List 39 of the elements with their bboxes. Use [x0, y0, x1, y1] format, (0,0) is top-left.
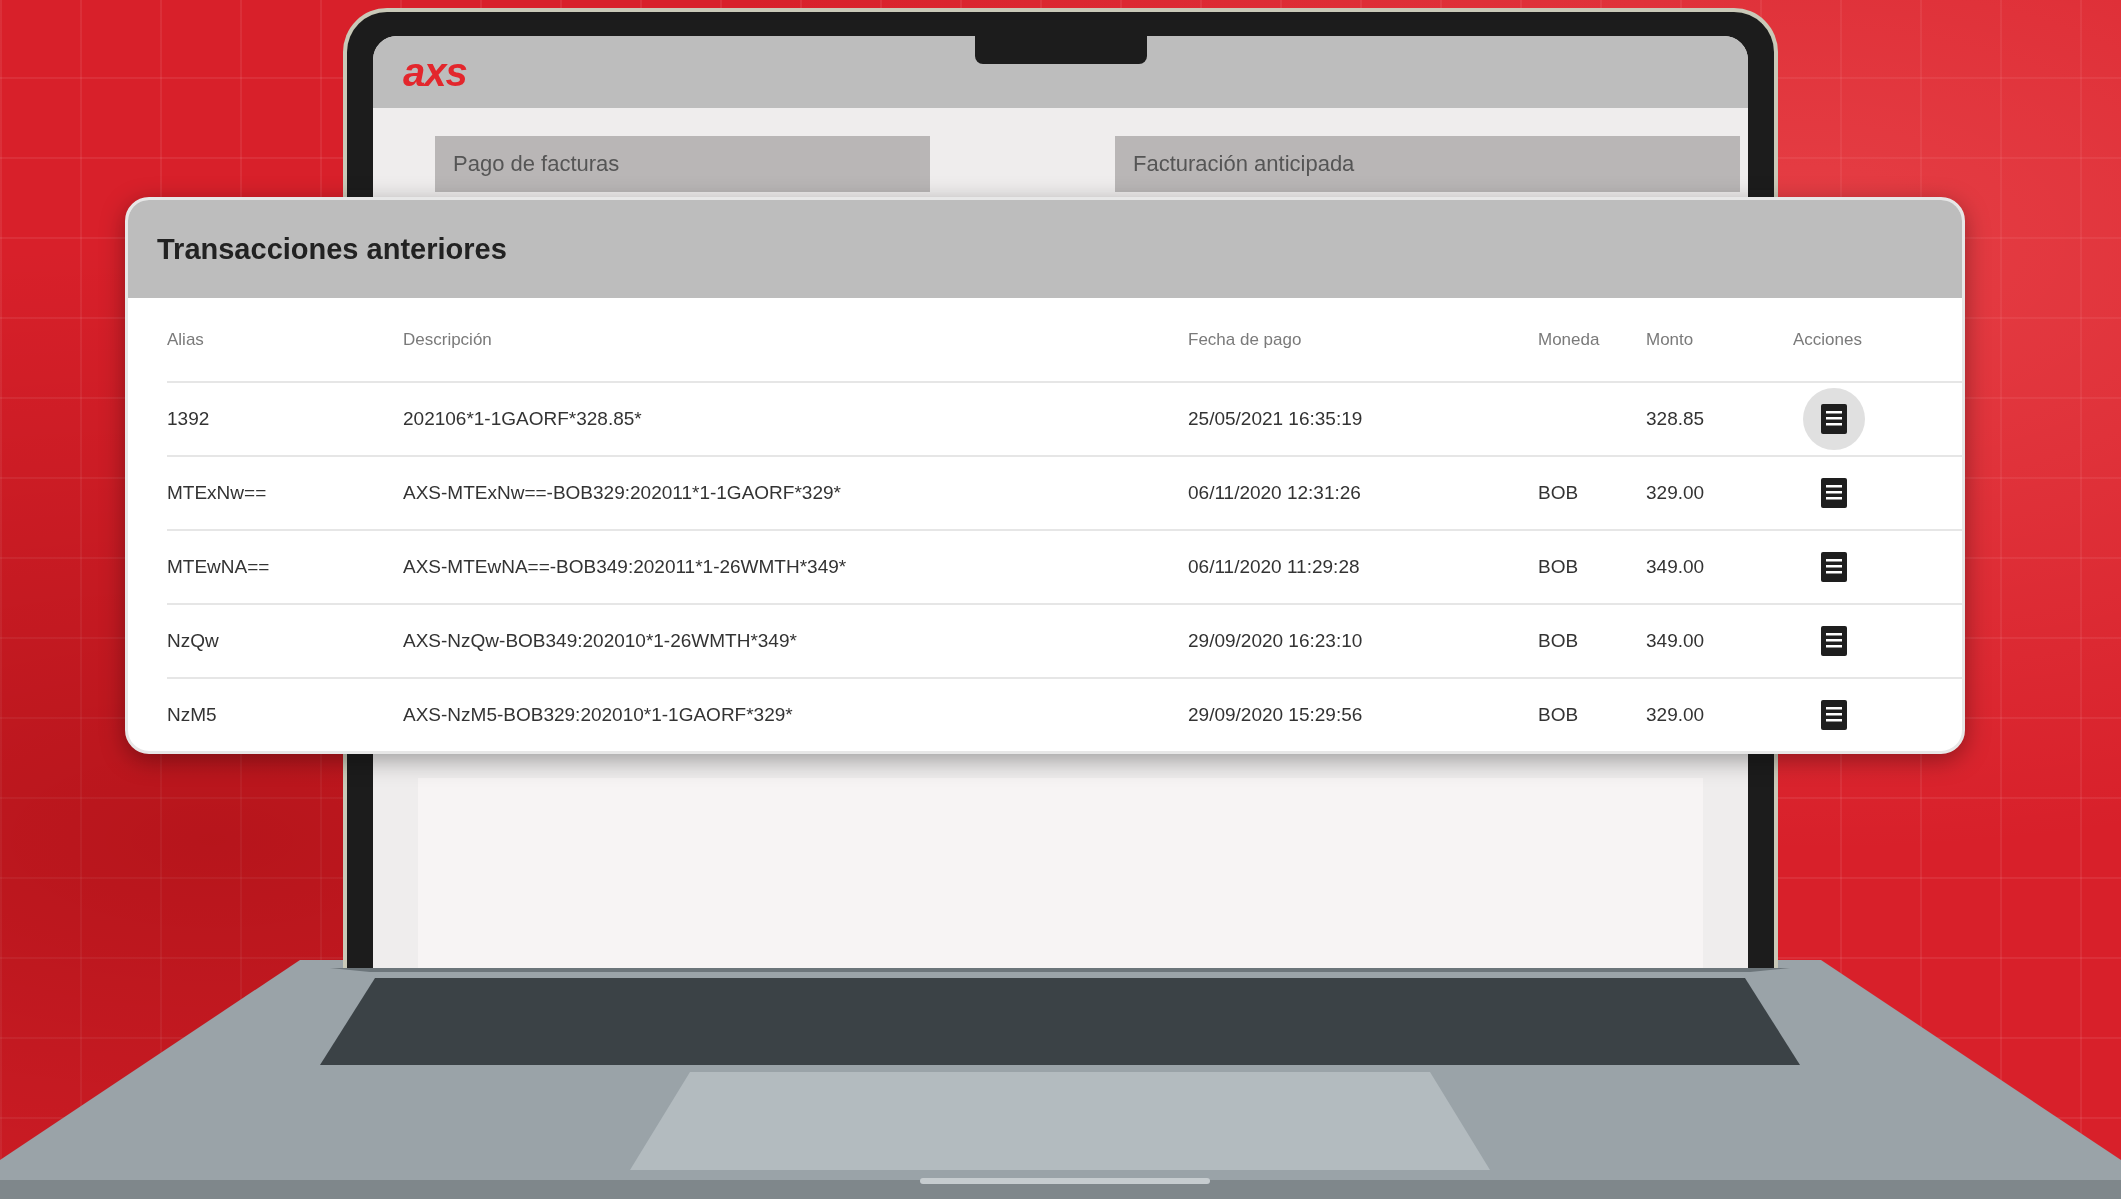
- table-cell: 349.00: [1646, 605, 1793, 679]
- column-header: Alias: [167, 298, 403, 383]
- list-document-icon: [1821, 626, 1847, 656]
- table-cell: 202106*1-1GAORF*328.85*: [403, 383, 1188, 457]
- table-cell: AXS-NzQw-BOB349:202010*1-26WMTH*349*: [403, 605, 1188, 679]
- table-cell: 349.00: [1646, 531, 1793, 605]
- table-cell: AXS-MTEwNA==-BOB349:202011*1-26WMTH*349*: [403, 531, 1188, 605]
- column-header: Monto: [1646, 298, 1793, 383]
- menu-card[interactable]: Pago de facturas: [435, 136, 930, 192]
- brand-logo: axs: [403, 49, 467, 95]
- list-document-icon: [1821, 478, 1847, 508]
- column-header: Fecha de pago: [1188, 298, 1538, 383]
- card-title: Transacciones anteriores: [157, 232, 507, 266]
- table-cell: NzQw: [167, 605, 403, 679]
- table-cell: BOB: [1538, 531, 1646, 605]
- table-cell: 06/11/2020 11:29:28: [1188, 531, 1538, 605]
- table-cell: 328.85: [1646, 383, 1793, 457]
- table-cell: BOB: [1538, 605, 1646, 679]
- table-cell-text: 29/09/2020 15:29:56: [1188, 703, 1364, 727]
- table-cell-text: AXS-NzM5-BOB329:202010*1-1GAORF*329*: [403, 703, 794, 727]
- table-cell: AXS-MTExNw==-BOB329:202011*1-1GAORF*329*: [403, 457, 1188, 531]
- list-document-icon: [1821, 700, 1847, 730]
- list-document-icon: [1821, 552, 1847, 582]
- table-cell: MTExNw==: [167, 457, 403, 531]
- table-cell: BOB: [1538, 457, 1646, 531]
- table-cell-text: BOB: [1538, 703, 1580, 727]
- table-cell: 06/11/2020 12:31:26: [1188, 457, 1538, 531]
- column-header: Acciones: [1793, 298, 1962, 383]
- menu-card[interactable]: Facturación anticipada: [1115, 136, 1740, 192]
- table-cell-text: 329.00: [1646, 703, 1706, 727]
- column-header: Descripción: [403, 298, 1188, 383]
- list-document-icon: [1821, 404, 1847, 434]
- table-cell: 29/09/2020 16:23:10: [1188, 605, 1538, 679]
- table-cell: 329.00: [1646, 457, 1793, 531]
- column-header: Moneda: [1538, 298, 1646, 383]
- table-cell: MTEwNA==: [167, 531, 403, 605]
- table-cell: 1392: [167, 383, 403, 457]
- table-cell: 25/05/2021 16:35:19: [1188, 383, 1538, 457]
- table-cell-text: NzM5: [167, 703, 218, 727]
